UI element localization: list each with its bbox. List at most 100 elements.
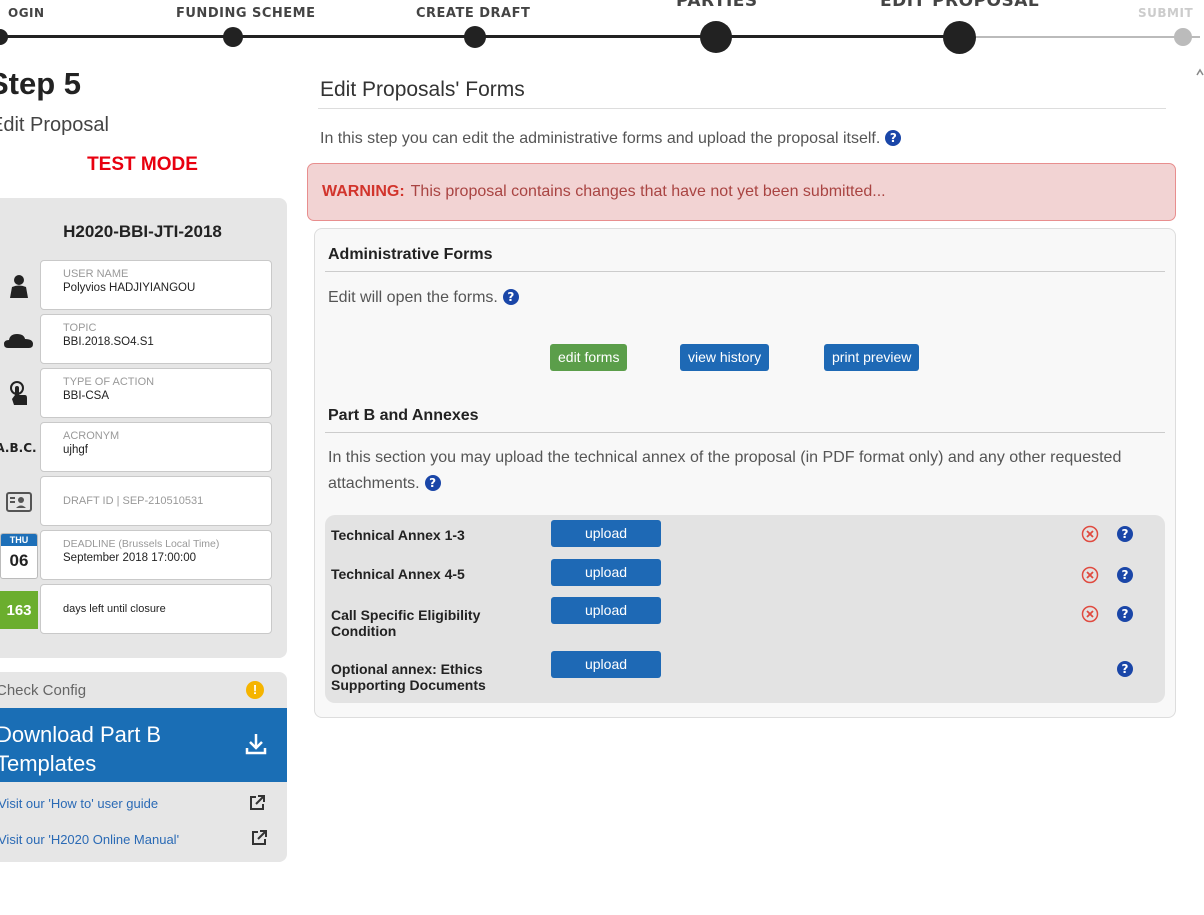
divider	[325, 432, 1165, 433]
step-create-draft-dot[interactable]	[464, 26, 486, 48]
annex-name: Technical Annex 4-5	[331, 566, 465, 582]
calendar-day-name: THU	[1, 534, 37, 546]
upload-button[interactable]: upload	[551, 651, 661, 678]
info-row-deadline: THU 06 DEADLINE (Brussels Local Time) Se…	[0, 530, 272, 582]
divider	[325, 271, 1165, 272]
unsubmitted-changes-warning: WARNING: This proposal contains changes …	[307, 163, 1176, 221]
proposal-info-panel: H2020-BBI-JTI-2018 USER NAME Polyvios HA…	[0, 198, 287, 658]
deadline-value: September 2018 17:00:00	[63, 552, 196, 564]
help-links-panel: Visit our 'How to' user guide Visit our …	[0, 782, 287, 862]
help-icon[interactable]: ?	[1117, 526, 1133, 542]
download-part-b-templates-label: Download Part B Templates	[0, 722, 162, 776]
days-left-count: 163	[0, 591, 38, 629]
annex-list: Technical Annex 1-3 upload ? Technical A…	[325, 515, 1165, 703]
sidebar: Step 5 Edit Proposal TEST MODE H2020-BBI…	[0, 58, 300, 915]
administrative-forms-heading: Administrative Forms	[328, 246, 493, 263]
info-row-days-left: 163 days left until closure	[0, 584, 272, 636]
step-submit-label[interactable]: SUBMIT	[1138, 6, 1193, 20]
administrative-forms-text: Edit will open the forms.?	[328, 285, 519, 311]
delete-icon[interactable]	[1081, 605, 1099, 623]
external-link-icon[interactable]	[248, 794, 266, 817]
help-icon[interactable]: ?	[1117, 606, 1133, 622]
part-b-annexes-heading: Part B and Annexes	[328, 407, 479, 424]
deadline-label: DEADLINE (Brussels Local Time)	[63, 538, 220, 550]
help-icon[interactable]: ?	[424, 475, 441, 491]
step-subtitle: Edit Proposal	[0, 114, 109, 136]
view-history-button[interactable]: view history	[680, 344, 770, 371]
download-part-b-templates-button[interactable]: Download Part B Templates	[0, 708, 287, 782]
info-row-user: USER NAME Polyvios HADJIYIANGOU	[0, 260, 272, 312]
step-funding-scheme-label[interactable]: FUNDING SCHEME	[176, 6, 316, 21]
step-parties-dot[interactable]	[700, 21, 732, 53]
type-of-action-label: TYPE OF ACTION	[63, 376, 155, 388]
delete-icon[interactable]	[1081, 525, 1099, 543]
upload-button[interactable]: upload	[551, 559, 661, 586]
external-link-icon[interactable]	[250, 829, 268, 852]
step-title: Step 5	[0, 66, 82, 101]
abc-icon: A.B.C.	[0, 422, 38, 474]
call-id-heading: H2020-BBI-JTI-2018	[63, 222, 222, 241]
topic-label: TOPIC	[63, 322, 97, 334]
scrollbar[interactable]	[1194, 62, 1204, 915]
scroll-up-arrow-icon[interactable]	[1195, 66, 1204, 78]
stepper-line-pending	[960, 36, 1200, 38]
delete-icon[interactable]	[1081, 566, 1099, 584]
edit-forms-button[interactable]: edit forms	[550, 344, 628, 371]
step-funding-scheme-dot[interactable]	[223, 27, 243, 47]
step-edit-proposal-label[interactable]: EDIT PROPOSAL	[880, 0, 1039, 11]
step-submit-dot[interactable]	[1174, 28, 1192, 46]
print-preview-button[interactable]: print preview	[824, 344, 920, 371]
calendar-icon: THU 06	[0, 530, 38, 582]
user-name-label: USER NAME	[63, 268, 129, 280]
id-card-icon	[0, 476, 38, 528]
upload-button[interactable]: upload	[551, 597, 661, 624]
step-create-draft-label[interactable]: CREATE DRAFT	[416, 6, 530, 21]
step-edit-proposal-dot[interactable]	[943, 21, 976, 54]
annex-name: Optional annex: Ethics Supporting Docume…	[331, 661, 486, 693]
forms-panel: Administrative Forms Edit will open the …	[314, 228, 1176, 718]
type-of-action-value: BBI-CSA	[63, 390, 110, 402]
info-row-acronym: A.B.C. ACRONYM ujhgf	[0, 422, 272, 474]
check-config-label: Check Config	[0, 682, 87, 699]
acronym-label: ACRONYM	[63, 430, 120, 442]
user-icon	[0, 260, 38, 312]
warning-text: This proposal contains changes that have…	[410, 183, 886, 200]
part-b-annexes-text-content: In this section you may upload the techn…	[328, 449, 1122, 492]
divider	[318, 108, 1166, 109]
help-icon[interactable]: ?	[502, 289, 519, 305]
part-b-annexes-text: In this section you may upload the techn…	[328, 445, 1148, 497]
info-row-type-of-action: TYPE OF ACTION BBI-CSA	[0, 368, 272, 420]
page-title: Edit Proposals' Forms	[320, 78, 525, 101]
help-icon[interactable]: ?	[1117, 661, 1133, 677]
h2020-online-manual-link[interactable]: Visit our 'H2020 Online Manual'	[0, 832, 179, 847]
info-row-draft-id: DRAFT ID | SEP-210510531	[0, 476, 272, 528]
annex-name: Technical Annex 1-3	[331, 527, 465, 543]
days-left-label: days left until closure	[63, 603, 166, 615]
administrative-forms-text-content: Edit will open the forms.	[328, 289, 498, 306]
download-icon	[245, 732, 267, 761]
help-icon[interactable]: ?	[1117, 567, 1133, 583]
user-name-value: Polyvios HADJIYIANGOU	[63, 282, 196, 294]
topic-value: BBI.2018.SO4.S1	[63, 336, 154, 348]
upload-button[interactable]: upload	[551, 520, 661, 547]
info-row-topic: TOPIC BBI.2018.SO4.S1	[0, 314, 272, 366]
help-icon[interactable]: ?	[885, 130, 902, 146]
acronym-value: ujhgf	[63, 444, 88, 456]
step-parties-label[interactable]: PARTIES	[676, 0, 758, 11]
check-config-bar[interactable]: Check Config !	[0, 672, 287, 708]
test-mode-label: TEST MODE	[87, 154, 198, 175]
intro-text-content: In this step you can edit the administra…	[320, 130, 881, 147]
warning-icon: !	[246, 681, 264, 699]
step-login-dot[interactable]	[0, 29, 8, 45]
warning-label: WARNING:	[322, 183, 405, 200]
pointing-hand-icon	[0, 368, 38, 420]
draft-id-label: DRAFT ID | SEP-210510531	[63, 495, 204, 507]
annex-name: Call Specific Eligibility Condition	[331, 607, 481, 639]
calendar-day-number: 06	[9, 551, 29, 570]
main-content: Edit Proposals' Forms In this step you c…	[300, 58, 1190, 915]
step-login-label[interactable]: OGIN	[8, 6, 45, 20]
how-to-user-guide-link[interactable]: Visit our 'How to' user guide	[0, 796, 158, 811]
progress-stepper: OGIN FUNDING SCHEME CREATE DRAFT PARTIES…	[0, 0, 1204, 60]
abc-icon-text: A.B.C.	[0, 441, 37, 455]
cloud-icon	[0, 314, 38, 366]
